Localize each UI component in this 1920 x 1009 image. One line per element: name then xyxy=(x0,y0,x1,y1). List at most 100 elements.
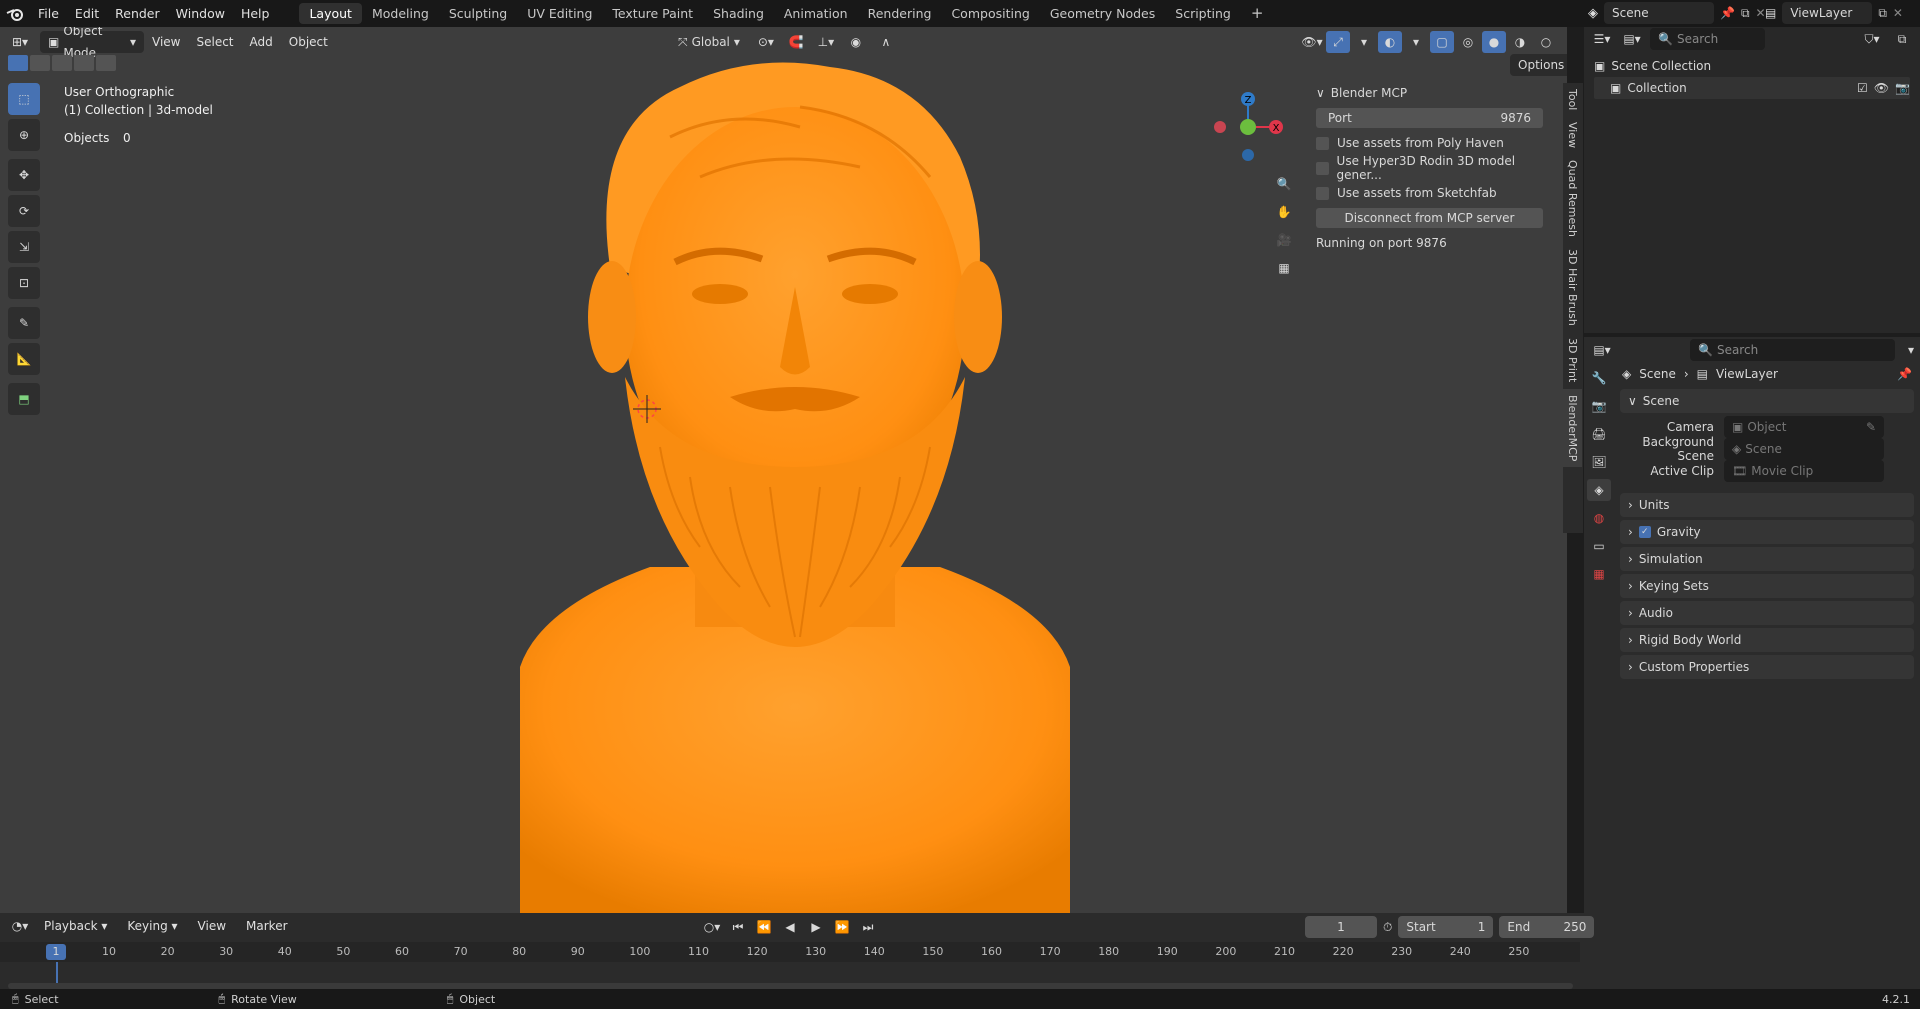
custom-properties-section[interactable]: › Custom Properties xyxy=(1620,655,1914,679)
sketchfab-checkbox-box[interactable] xyxy=(1316,186,1329,200)
tab-compositing[interactable]: Compositing xyxy=(941,3,1039,24)
menu-edit[interactable]: Edit xyxy=(67,0,107,27)
pin-properties-icon[interactable]: 📌 xyxy=(1897,367,1912,381)
outliner-collection[interactable]: ▣ Collection ☑ 👁 📷 xyxy=(1594,77,1910,99)
hyper3d-checkbox-box[interactable] xyxy=(1316,161,1329,175)
audio-section[interactable]: › Audio xyxy=(1620,601,1914,625)
new-collection-icon[interactable]: ⧉ xyxy=(1890,28,1914,50)
3d-viewport[interactable]: ⊞▾ ▣ Object Mode ▾ View Select Add Objec… xyxy=(0,27,1567,913)
jump-end-icon[interactable]: ⏭ xyxy=(856,916,880,938)
gizmo-dropdown-icon[interactable]: ▾ xyxy=(1352,31,1376,53)
camera-field[interactable]: ▣ Object ✎ xyxy=(1724,416,1884,438)
add-workspace-icon[interactable]: + xyxy=(1241,3,1274,24)
outliner-editor-icon[interactable]: ☰▾ xyxy=(1590,28,1614,50)
view-layer-settings-icon[interactable]: 🖼 xyxy=(1587,451,1611,473)
tool-settings-icon[interactable]: 🔧 xyxy=(1587,367,1611,389)
tab-uv-editing[interactable]: UV Editing xyxy=(517,3,602,24)
add-cube-icon[interactable]: ⬒ xyxy=(8,383,40,415)
menu-file[interactable]: File xyxy=(30,0,67,27)
viewport-menu-add[interactable]: Add xyxy=(242,31,281,53)
pin-icon[interactable]: 📌 xyxy=(1720,6,1735,20)
sidebar-tab-3d-print[interactable]: 3D Print xyxy=(1563,332,1582,388)
poly-haven-checkbox-box[interactable] xyxy=(1316,136,1329,150)
editor-type-icon[interactable]: ⊞▾ xyxy=(8,31,32,53)
material-shading-icon[interactable]: ◑ xyxy=(1508,31,1532,53)
end-frame-field[interactable]: End 250 xyxy=(1499,916,1595,938)
tab-geometry-nodes[interactable]: Geometry Nodes xyxy=(1040,3,1165,24)
sketchfab-checkbox[interactable]: Use assets from Sketchfab xyxy=(1316,183,1556,203)
auto-key-icon[interactable]: ○▾ xyxy=(700,916,724,938)
output-settings-icon[interactable]: 🖨 xyxy=(1587,423,1611,445)
exclude-checkbox-icon[interactable]: ☑ xyxy=(1857,81,1868,95)
sidebar-tab-view[interactable]: View xyxy=(1563,116,1582,154)
pan-hand-icon[interactable]: ✋ xyxy=(1272,201,1296,223)
eyedropper-icon[interactable]: ✎ xyxy=(1866,416,1876,438)
gravity-checkbox[interactable]: ✓ xyxy=(1638,526,1651,538)
sidebar-tab-tool[interactable]: Tool xyxy=(1563,83,1582,116)
active-clip-field[interactable]: 🎞 Movie Clip xyxy=(1724,460,1884,482)
select-subtract-icon[interactable] xyxy=(52,55,72,71)
tab-modeling[interactable]: Modeling xyxy=(362,3,439,24)
timeline-menu-playback[interactable]: Playback ▾ xyxy=(36,915,115,937)
transform-icon[interactable]: ⊡ xyxy=(8,267,40,299)
rendered-shading-icon[interactable]: ○ xyxy=(1534,31,1558,53)
overlay-icon[interactable]: ◐ xyxy=(1378,31,1402,53)
timeline-menu-view[interactable]: View xyxy=(190,915,234,937)
mode-selector[interactable]: ▣ Object Mode ▾ xyxy=(40,27,144,60)
start-frame-field[interactable]: Start 1 xyxy=(1398,916,1494,938)
sidebar-tab-quad-remesh[interactable]: Quad Remesh xyxy=(1563,154,1582,243)
menu-window[interactable]: Window xyxy=(168,0,233,27)
properties-dropdown-icon[interactable]: ▾ xyxy=(1908,343,1914,357)
menu-render[interactable]: Render xyxy=(107,0,168,27)
outliner-scene-collection[interactable]: ▣ Scene Collection xyxy=(1594,55,1910,77)
units-section[interactable]: › Units xyxy=(1620,493,1914,517)
gizmo-icon[interactable]: ⤢ xyxy=(1326,31,1350,53)
xray-icon[interactable]: ▢ xyxy=(1430,31,1454,53)
scale-icon[interactable]: ⇲ xyxy=(8,231,40,263)
poly-haven-checkbox[interactable]: Use assets from Poly Haven xyxy=(1316,133,1556,153)
visibility-icon[interactable]: 👁▾ xyxy=(1300,31,1324,53)
copy-icon[interactable]: ⧉ xyxy=(1741,6,1750,21)
gravity-section[interactable]: › ✓ Gravity xyxy=(1620,520,1914,544)
timeline-menu-marker[interactable]: Marker xyxy=(238,915,295,937)
annotate-icon[interactable]: ✎ xyxy=(8,307,40,339)
copy-layer-icon[interactable]: ⧉ xyxy=(1878,6,1887,21)
render-camera-icon[interactable]: 📷 xyxy=(1895,81,1910,95)
tab-rendering[interactable]: Rendering xyxy=(858,3,942,24)
simulation-section[interactable]: › Simulation xyxy=(1620,547,1914,571)
menu-help[interactable]: Help xyxy=(233,0,278,27)
wireframe-shading-icon[interactable]: ◎ xyxy=(1456,31,1480,53)
select-box-icon[interactable]: ⬚ xyxy=(8,83,40,115)
jump-start-icon[interactable]: ⏮ xyxy=(726,916,750,938)
outliner-search-input[interactable]: 🔍 Search xyxy=(1650,28,1765,50)
rotate-icon[interactable]: ⟳ xyxy=(8,195,40,227)
cursor-icon[interactable]: ⊕ xyxy=(8,119,40,151)
tab-scripting[interactable]: Scripting xyxy=(1165,3,1241,24)
sidebar-tab-blendermcp[interactable]: BlenderMCP xyxy=(1563,388,1582,467)
rigid-body-world-section[interactable]: › Rigid Body World xyxy=(1620,628,1914,652)
playhead[interactable]: 1 xyxy=(46,944,66,960)
jump-next-key-icon[interactable]: ⏩ xyxy=(830,916,854,938)
collection-settings-icon[interactable]: ▭ xyxy=(1587,535,1611,557)
texture-settings-icon[interactable]: ▦ xyxy=(1587,563,1611,585)
bearded-bust-model[interactable] xyxy=(500,47,1090,913)
world-settings-icon[interactable]: ◍ xyxy=(1587,507,1611,529)
solid-shading-icon[interactable]: ● xyxy=(1482,31,1506,53)
timeline-editor-icon[interactable]: ◔▾ xyxy=(8,915,32,937)
frame-ruler[interactable]: 1 10 20 30 40 50 60 70 80 90 100 110 120 130 140 150 16… xyxy=(0,942,1580,962)
scene-section-header[interactable]: ∨ Scene xyxy=(1620,389,1914,413)
options-dropdown[interactable]: Options▾ xyxy=(1510,54,1567,76)
measure-icon[interactable]: 📐 xyxy=(8,343,40,375)
blender-logo-icon[interactable] xyxy=(0,7,30,21)
current-frame-field[interactable]: 1 xyxy=(1305,916,1377,938)
background-scene-field[interactable]: ◈ Scene xyxy=(1724,438,1884,460)
tab-shading[interactable]: Shading xyxy=(703,3,774,24)
filter-icon[interactable]: ⛉▾ xyxy=(1860,28,1884,50)
camera-icon[interactable]: 🎥 xyxy=(1272,229,1296,251)
play-icon[interactable]: ▶ xyxy=(804,916,828,938)
select-invert-icon[interactable] xyxy=(96,55,116,71)
view-layer-selector[interactable]: ViewLayer xyxy=(1782,2,1873,24)
overlay-dropdown-icon[interactable]: ▾ xyxy=(1404,31,1428,53)
scene-selector[interactable]: Scene xyxy=(1604,2,1714,24)
properties-editor-icon[interactable]: ▤▾ xyxy=(1590,339,1614,361)
